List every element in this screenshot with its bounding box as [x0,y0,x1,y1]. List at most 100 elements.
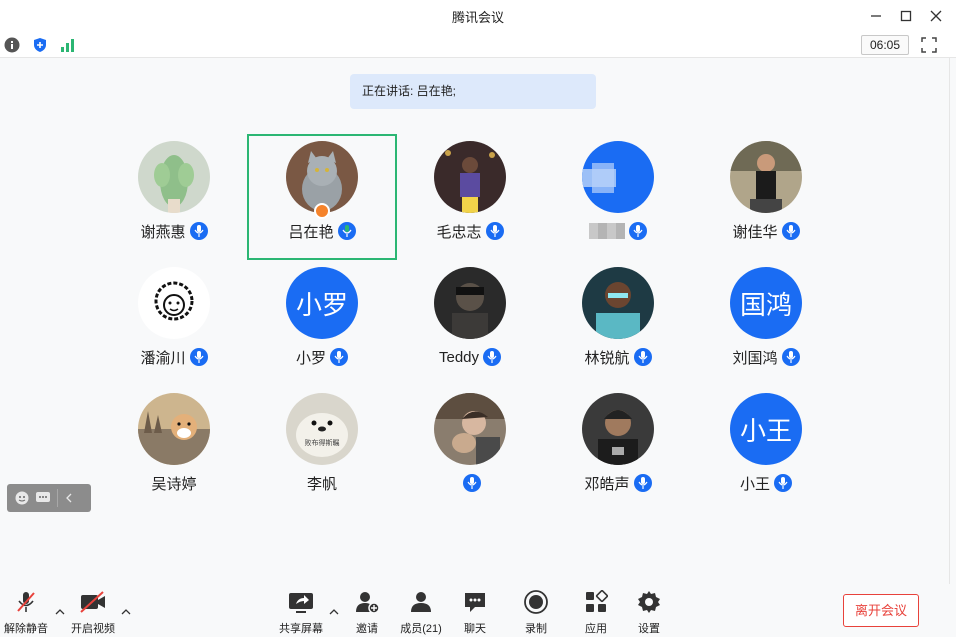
mic-icon [330,348,348,366]
window-title: 腾讯会议 [451,10,504,25]
avatar-initials: 小王 [730,393,802,465]
invite-button[interactable]: 邀请 [351,590,383,635]
avatar [138,393,210,465]
chat-bubble-icon [36,492,50,502]
shield-icon [34,38,46,52]
mic-icon [629,222,647,240]
mic-icon [483,348,502,366]
participant-tile[interactable]: 败布得斯瞩 李帆 [248,387,396,511]
participant-name: 刘国鸿 [732,349,778,367]
mic-icon [781,222,800,240]
participant-tile[interactable]: Teddy [396,261,544,385]
participant-tile[interactable]: 邓皓声 [544,387,692,511]
close-button[interactable] [924,4,948,28]
mic-icon [774,474,792,492]
participant-tile[interactable]: 谢佳华 [692,135,840,259]
avatar [582,141,654,213]
share-screen-icon [289,593,313,613]
participant-name: 李帆 [306,475,337,493]
avatar [138,141,210,213]
audio-options-caret[interactable] [55,604,65,615]
collapse-button[interactable] [57,489,74,507]
add-user-icon [356,592,380,614]
chevron-up-icon [55,609,65,615]
minimize-button[interactable] [864,4,888,28]
settings-button[interactable]: 设置 [635,590,663,635]
participant-tile[interactable]: 潘渝川 [100,261,248,385]
participant-name: 吴诗婷 [151,475,197,493]
participant-tile[interactable]: 谢燕惠 [100,135,248,259]
record-icon [524,590,548,614]
mic-muted-icon [17,592,35,612]
meeting-info-button[interactable] [4,37,20,53]
unmute-button[interactable]: 解除静音 [4,590,48,635]
maximize-button[interactable] [894,4,918,28]
maximize-icon [900,10,912,22]
participant-tile[interactable]: 小王 小王 [692,387,840,511]
participant-name: 小罗 [295,349,326,367]
apps-button[interactable]: 应用 [582,590,610,635]
chat-button[interactable]: 聊天 [461,590,489,635]
avatar [434,393,506,465]
close-icon [930,10,942,22]
meeting-timer: 06:05 [861,35,909,55]
quick-chat-button[interactable] [35,491,51,505]
chevron-up-icon [329,609,339,615]
chevron-up-icon [121,609,131,615]
video-options-caret[interactable] [121,604,131,615]
gear-icon [638,591,660,613]
info-icon [4,37,20,53]
participant-name: Teddy [438,348,480,366]
participant-tile[interactable] [396,387,544,511]
participant-tile-active-speaker[interactable]: 吕在艳 [247,134,397,260]
record-button[interactable]: 录制 [522,590,550,635]
title-bar: 腾讯会议 [0,0,956,32]
participant-name: 谢燕惠 [140,223,186,241]
participant-tile[interactable] [544,135,692,259]
participant-tile[interactable]: 毛忠志 [396,135,544,259]
reaction-toolbar [7,484,91,512]
participant-tile[interactable]: 林锐航 [544,261,692,385]
chevron-left-icon [66,493,72,503]
camera-off-icon [80,591,105,613]
security-button[interactable] [32,37,48,53]
participant-name-blurred [589,223,625,239]
participant-name: 潘渝川 [140,349,186,367]
share-options-caret[interactable] [329,604,339,615]
share-screen-button[interactable]: 共享屏幕 [277,590,325,635]
emoji-button[interactable] [15,491,29,505]
avatar-initials: 小罗 [286,267,358,339]
mic-icon [633,348,652,366]
participant-name: 邓皓声 [584,475,630,493]
start-video-button[interactable]: 开启视频 [68,590,118,635]
leave-meeting-button[interactable]: 离开会议 [843,594,919,627]
members-button[interactable]: 成员(21) [398,590,444,635]
status-bar: 06:05 [0,32,956,58]
avatar [582,393,654,465]
participant-name: 毛忠志 [436,223,482,241]
mic-icon [189,222,208,240]
participant-name: 谢佳华 [732,223,778,241]
mic-active-icon [337,222,356,240]
participant-tile[interactable]: 国鸿 刘国鸿 [692,261,840,385]
emoji-icon [15,491,29,505]
avatar [730,141,802,213]
avatar [138,267,210,339]
signal-bars-icon [61,39,74,52]
meeting-toolbar: 解除静音 开启视频 共享屏幕 邀请 成员(21) 聊天 录制 应用 设置 离开会… [0,584,956,637]
host-badge-icon [314,203,330,219]
participant-tile[interactable]: 吴诗婷 [100,387,248,511]
mic-icon [463,474,481,492]
chat-icon [465,593,485,612]
avatar [582,267,654,339]
avatar [434,267,506,339]
mic-icon [189,348,208,366]
fullscreen-button[interactable] [920,36,938,54]
mic-icon [633,474,652,492]
participant-tile[interactable]: 小罗 小罗 [248,261,396,385]
avatar-caption: 败布得斯瞩 [305,438,340,447]
minimize-icon [871,15,881,17]
network-signal-button[interactable] [60,37,76,53]
mic-icon [781,348,800,366]
avatar-initials: 国鸿 [730,267,802,339]
